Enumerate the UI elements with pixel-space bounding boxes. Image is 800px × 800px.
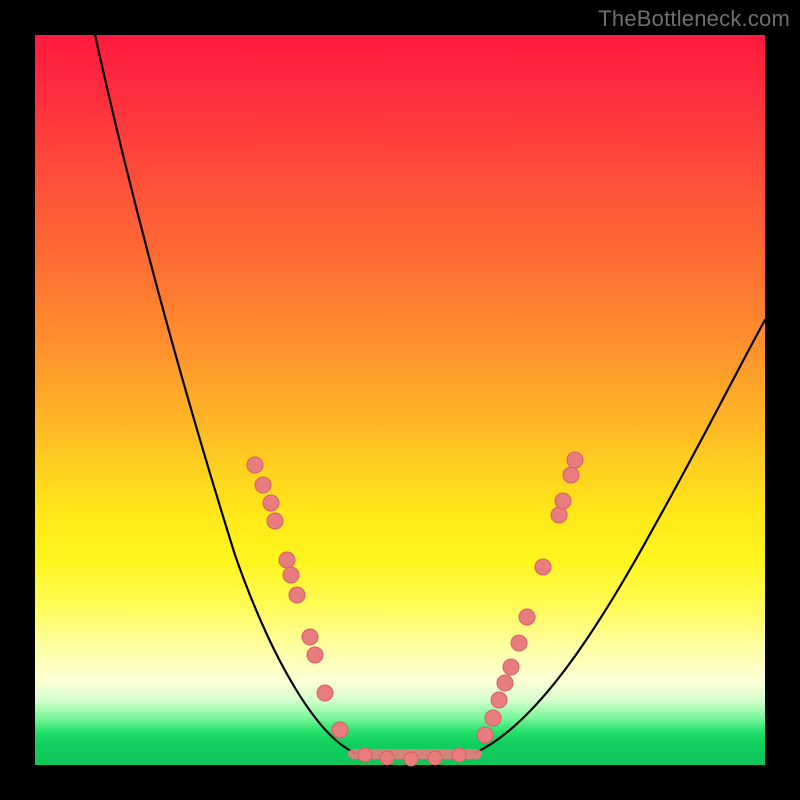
dots-left	[247, 457, 348, 738]
data-point	[511, 635, 527, 651]
data-point	[247, 457, 263, 473]
data-point	[332, 722, 348, 738]
data-point	[452, 748, 466, 762]
left-curve	[95, 35, 355, 753]
right-curve	[475, 320, 765, 753]
data-point	[302, 629, 318, 645]
chart-svg	[35, 35, 765, 765]
data-point	[563, 467, 579, 483]
data-point	[551, 507, 567, 523]
data-point	[555, 493, 571, 509]
data-point	[307, 647, 323, 663]
data-point	[535, 559, 551, 575]
dots-right	[477, 452, 583, 743]
data-point	[317, 685, 333, 701]
data-point	[519, 609, 535, 625]
data-point	[289, 587, 305, 603]
data-point	[491, 692, 507, 708]
plot-area	[35, 35, 765, 765]
data-point	[485, 710, 501, 726]
data-point	[255, 477, 271, 493]
data-point	[477, 727, 493, 743]
data-point	[503, 659, 519, 675]
data-point	[279, 552, 295, 568]
watermark-text: TheBottleneck.com	[598, 6, 790, 32]
data-point	[263, 495, 279, 511]
data-point	[380, 751, 394, 765]
data-point	[428, 751, 442, 765]
data-point	[567, 452, 583, 468]
data-point	[267, 513, 283, 529]
data-point	[358, 748, 372, 762]
data-point	[283, 567, 299, 583]
outer-frame: TheBottleneck.com	[0, 0, 800, 800]
data-point	[404, 752, 418, 766]
data-point	[497, 675, 513, 691]
